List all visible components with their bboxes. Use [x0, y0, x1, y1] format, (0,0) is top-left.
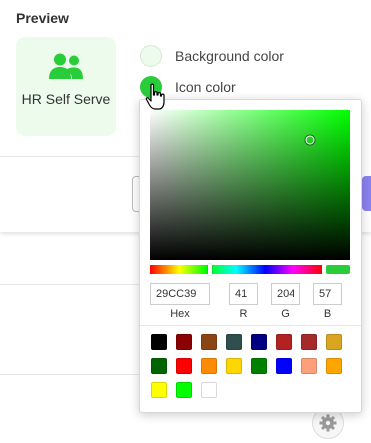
hue-handle[interactable]	[208, 264, 213, 275]
section-title: Preview	[16, 10, 69, 26]
preset-swatch[interactable]	[201, 382, 217, 398]
hex-label: Hex	[170, 308, 190, 320]
blue-label: B	[323, 308, 332, 320]
preset-swatch[interactable]	[251, 358, 267, 374]
icon-color-label: Icon color	[175, 79, 236, 95]
preset-swatch[interactable]	[176, 382, 192, 398]
saturation-brightness-area[interactable]	[150, 110, 350, 260]
preset-swatch[interactable]	[301, 358, 317, 374]
hex-input[interactable]	[150, 283, 210, 305]
preset-swatch[interactable]	[176, 334, 192, 350]
preset-swatch[interactable]	[151, 334, 167, 350]
red-label: R	[239, 308, 248, 320]
preset-swatch[interactable]	[151, 382, 167, 398]
people-group-icon	[49, 53, 83, 79]
preset-swatch[interactable]	[276, 334, 292, 350]
divider	[0, 374, 140, 375]
hue-slider[interactable]	[150, 264, 322, 275]
preset-swatch[interactable]	[326, 358, 342, 374]
green-input[interactable]	[271, 283, 300, 305]
background-color-swatch[interactable]	[140, 45, 162, 67]
preset-swatch[interactable]	[151, 358, 167, 374]
preset-swatch[interactable]	[201, 358, 217, 374]
background-color-option[interactable]: Background color	[140, 44, 284, 68]
preset-swatch[interactable]	[301, 334, 317, 350]
green-label: G	[281, 308, 290, 320]
saturation-handle[interactable]	[305, 135, 315, 145]
color-picker-popover: Hex R G B	[139, 99, 362, 413]
background-color-label: Background color	[175, 48, 284, 64]
divider	[0, 156, 140, 157]
preset-swatch[interactable]	[326, 334, 342, 350]
hand-cursor-icon	[145, 83, 165, 110]
preset-swatch[interactable]	[226, 358, 242, 374]
app-name: HR Self Serve	[21, 91, 111, 107]
preset-swatch[interactable]	[226, 334, 242, 350]
preset-swatch[interactable]	[201, 334, 217, 350]
current-color-preview	[326, 265, 350, 274]
app-preview-card: HR Self Serve	[16, 37, 116, 136]
save-button[interactable]	[362, 176, 371, 211]
preset-swatch[interactable]	[276, 358, 292, 374]
divider	[0, 284, 140, 285]
red-input[interactable]	[229, 283, 258, 305]
preset-swatch[interactable]	[176, 358, 192, 374]
divider	[140, 325, 361, 326]
preset-swatch[interactable]	[251, 334, 267, 350]
blue-input[interactable]	[313, 283, 342, 305]
